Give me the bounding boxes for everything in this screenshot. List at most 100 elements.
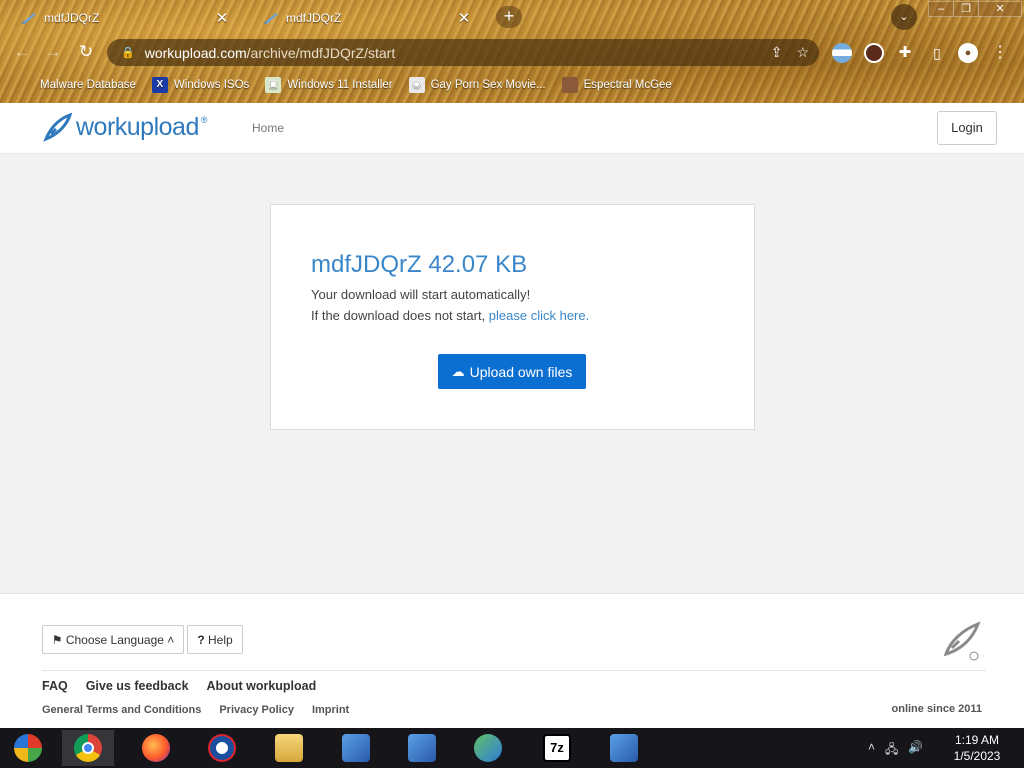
back-button[interactable]: ← [10,40,34,64]
firefox-icon [142,734,170,762]
footer-secondary-links: General Terms and Conditions Privacy Pol… [42,704,367,716]
bookmark-label: Windows ISOs [173,79,250,91]
tab-close-icon[interactable]: ✕ [456,9,472,27]
download-card: mdfJDQrZ 42.07 KB Your download will sta… [270,204,755,430]
bookmark-windows-11-installer[interactable]: ▣ Windows 11 Installer [265,77,393,93]
file-name: mdfJDQrZ [311,251,422,278]
file-size: 42.07 KB [428,251,528,278]
argentina-flag-extension-icon[interactable] [832,43,852,63]
network-icon[interactable]: 🖧 [885,740,898,761]
taskbar-installer-3[interactable] [598,730,650,766]
chrome-icon [74,734,102,762]
bookmark-espectral-mcgee[interactable]: Espectral McGee [561,77,672,93]
fallback-text: If the download does not start, [311,308,489,323]
chevron-up-icon: ˄ [163,632,175,647]
taskbar-installer-2[interactable] [396,730,448,766]
tab-strip: mdfJDQrZ ✕ mdfJDQrZ ✕ + ⌄ – ❐ ✕ [0,0,1024,34]
tab-search-button[interactable]: ⌄ [891,4,917,30]
help-label: Help [208,632,233,647]
bookmark-malware-database[interactable]: Malware Database [18,77,136,93]
malware-icon [18,77,34,93]
disk-icon: ◉ [408,77,425,93]
taskbar-firefox[interactable] [130,730,182,766]
help-button[interactable]: ? Help [187,625,243,654]
profile-avatar-icon[interactable]: ● [958,43,978,63]
new-tab-button[interactable]: + [496,6,522,28]
x-icon: X [151,77,168,93]
side-panel-icon[interactable]: ▯ [927,43,947,63]
click-here-link[interactable]: please click here. [489,308,589,323]
taskbar-obama[interactable] [196,730,248,766]
lock-icon[interactable]: 🔒 [121,46,135,59]
installer-icon [408,734,436,762]
imprint-link[interactable]: Imprint [312,704,349,716]
clock-date: 1/5/2023 [953,749,1001,763]
browser-menu-icon[interactable]: ⋮ [990,43,1010,63]
obama-icon [208,734,236,762]
rocket-logo-icon [943,621,981,661]
registered-mark: ® [200,115,208,125]
window-minimize-button[interactable]: – [928,1,954,17]
bookmark-star-icon[interactable]: ☆ [796,44,809,61]
flag-icon: ⚑ [51,632,66,647]
workupload-logo[interactable]: workupload ® [42,111,208,143]
taskbar-chrome[interactable] [62,730,114,766]
bookmark-label: Windows 11 Installer [287,79,393,91]
upload-button-label: Upload own files [469,363,573,380]
windows-taskbar: 7z ˄ 🖧 🔊 1:19 AM 1/5/2023 [0,728,1024,768]
taskbar-7zip[interactable]: 7z [531,730,583,766]
tab-title: mdfJDQrZ [44,11,100,25]
url-host: workupload.com [144,44,247,61]
footer-primary-links: FAQ Give us feedback About workupload [42,679,334,693]
site-footer: ⚑ Choose Language ˄ ? Help FAQ Give us f… [0,593,1024,728]
bookmark-windows-isos[interactable]: X Windows ISOs [151,77,250,93]
installer-icon [342,734,370,762]
reload-button[interactable]: ↻ [74,40,98,64]
7zip-icon: 7z [543,734,571,762]
tray-chevron-up-icon[interactable]: ˄ [868,740,875,761]
share-icon[interactable]: ⇪ [771,44,783,61]
feedback-link[interactable]: Give us feedback [86,679,189,693]
url-path: /archive/mdfJDQrZ/start [246,44,396,61]
address-url[interactable]: workupload.com/archive/mdfJDQrZ/start [145,45,757,61]
choose-language-label: Choose Language [65,632,164,647]
upload-own-files-button[interactable]: ☁ Upload own files [438,354,586,389]
about-link[interactable]: About workupload [207,679,317,693]
start-button[interactable] [2,730,54,766]
choose-language-button[interactable]: ⚑ Choose Language ˄ [42,625,184,654]
volume-icon[interactable]: 🔊 [908,740,923,761]
faq-link[interactable]: FAQ [42,679,68,693]
profile-extension-icon[interactable] [864,43,884,63]
bookmark-label: Gay Porn Sex Movie... [430,79,546,91]
tab-close-icon[interactable]: ✕ [214,9,230,27]
people-icon [474,734,502,762]
cloud-upload-icon: ☁ [451,363,465,379]
extensions-puzzle-icon[interactable]: ✚ [895,43,915,63]
bookmarks-bar: Malware Database X Windows ISOs ▣ Window… [0,72,1024,98]
start-icon [14,734,42,762]
clock-time: 1:19 AM [954,733,1000,747]
main-content: mdfJDQrZ 42.07 KB Your download will sta… [0,154,1024,594]
nav-home-link[interactable]: Home [252,121,284,135]
taskbar-people[interactable] [462,730,514,766]
login-button[interactable]: Login [937,111,997,145]
image-icon: ▣ [265,77,282,93]
taskbar-file-explorer[interactable] [263,730,315,766]
privacy-link[interactable]: Privacy Policy [219,704,294,716]
tab-inactive[interactable]: mdfJDQrZ ✕ [242,4,482,32]
window-maximize-button[interactable]: ❐ [953,1,979,17]
terms-link[interactable]: General Terms and Conditions [42,704,201,716]
window-close-button[interactable]: ✕ [978,1,1022,17]
file-explorer-icon [275,734,303,762]
taskbar-installer-1[interactable] [330,730,382,766]
forward-button[interactable]: → [41,40,65,64]
browser-toolbar: ← → ↻ 🔒 workupload.com/archive/mdfJDQrZ/… [0,36,1024,68]
address-bar[interactable]: 🔒 workupload.com/archive/mdfJDQrZ/start … [107,39,819,66]
bookmark-gay-porn-sex-movie[interactable]: ◉ Gay Porn Sex Movie... [408,77,546,93]
site-header: workupload ® Home Login [0,103,1024,154]
browser-chrome: mdfJDQrZ ✕ mdfJDQrZ ✕ + ⌄ – ❐ ✕ ← → ↻ 🔒 … [0,0,1024,103]
auto-download-message: Your download will start automatically! [311,287,531,302]
tab-active[interactable]: mdfJDQrZ ✕ [0,4,240,32]
taskbar-clock[interactable]: 1:19 AM 1/5/2023 [946,732,1008,764]
bookmark-label: Malware Database [40,79,136,91]
